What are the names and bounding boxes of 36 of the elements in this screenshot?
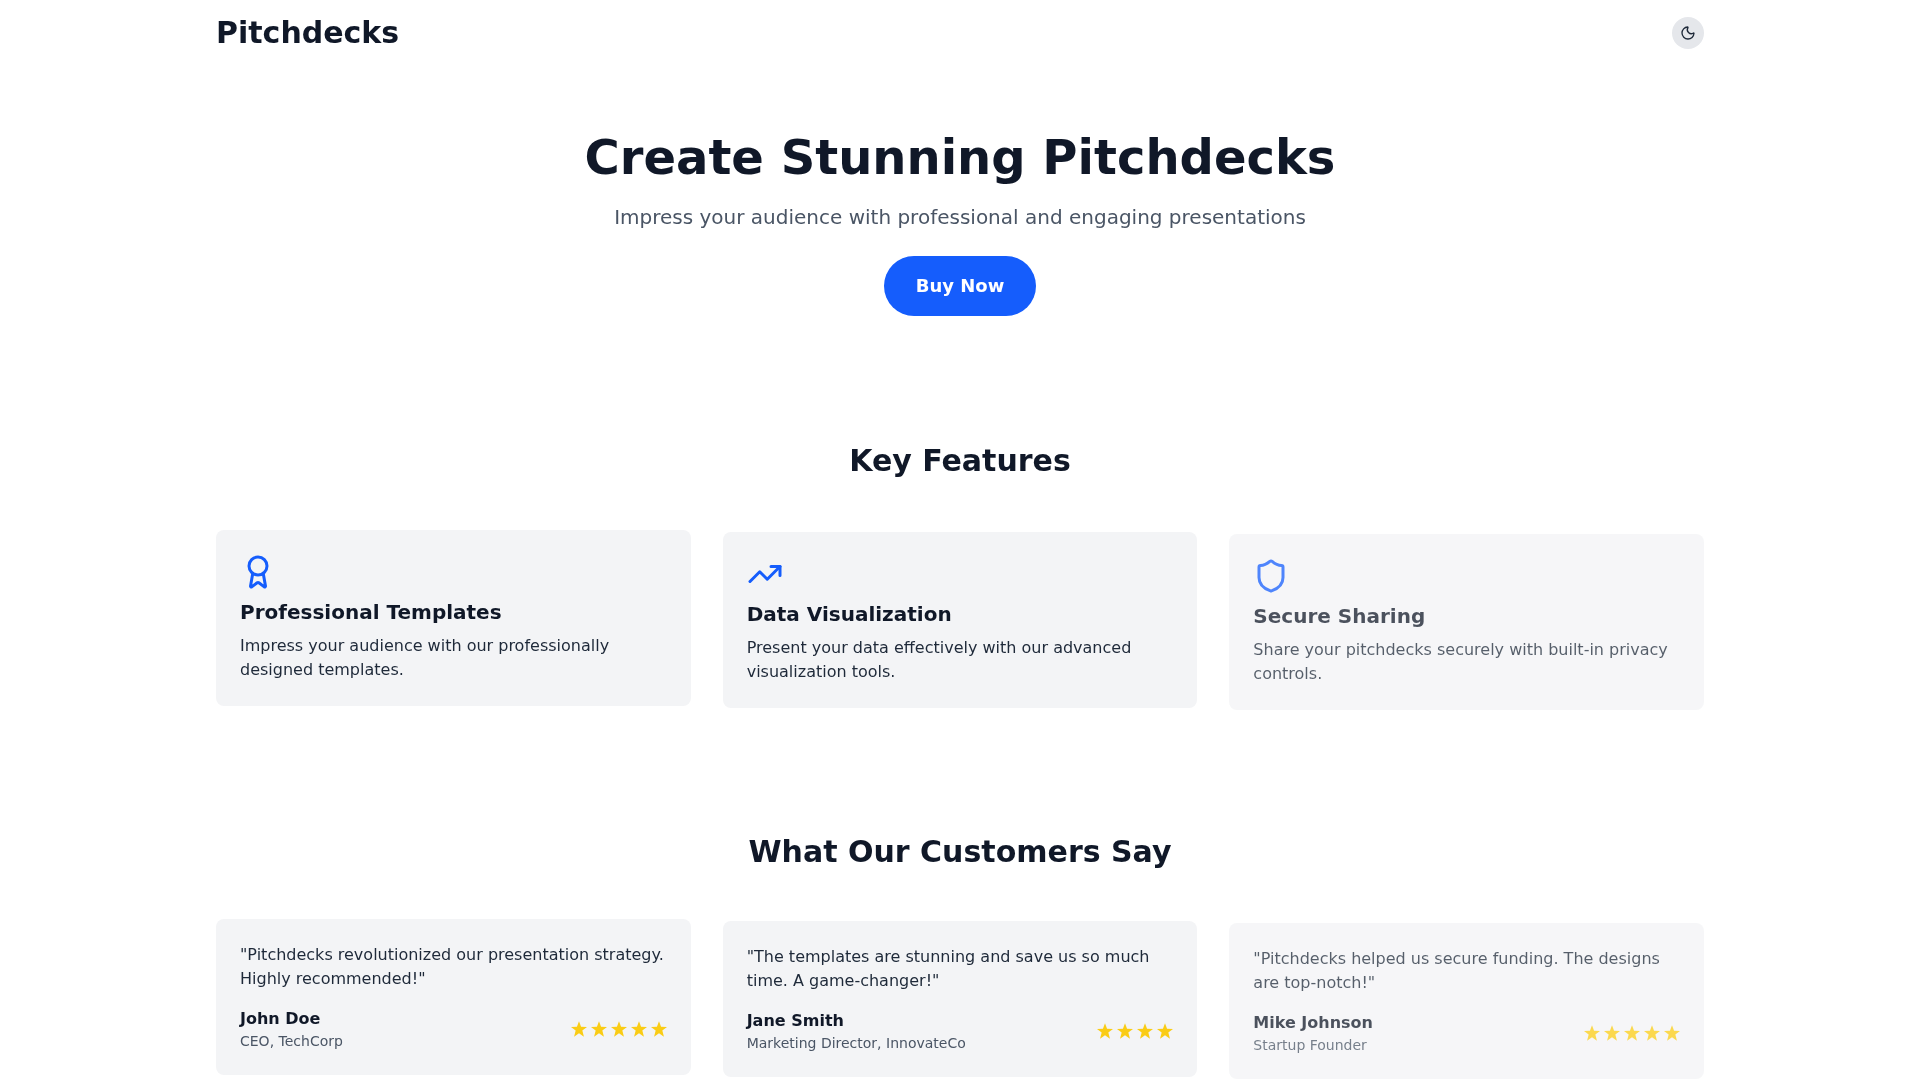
feature-description: Share your pitchdecks securely with built-in privacy controls. [1253, 639, 1669, 685]
section-heading: Key Features [848, 443, 1072, 479]
testimonial-quote: "Pitchdecks revolutionized our presentation strategy. Highly recommended!" [240, 944, 665, 990]
hero-subtitle: Impress your audience with professional and engaging presentations [614, 204, 1306, 231]
star-icon [1624, 1025, 1640, 1041]
customer-name: Mike Johnson [1253, 1012, 1373, 1034]
star-icon [570, 1021, 587, 1037]
feature-title: Data Visualization [746, 601, 953, 628]
testimonial-quote: "Pitchdecks helped us secure funding. The designs are top-notch!" [1253, 948, 1661, 994]
customer-name: John Doe [240, 1008, 322, 1030]
customer-role: Marketing Director, InnovateCo [746, 1034, 966, 1053]
feature-description: Present your data effectively with our advanced visualization tools. [746, 637, 1133, 683]
star-icon [1117, 1023, 1134, 1039]
star-icon [1644, 1025, 1660, 1041]
star-icon [630, 1021, 647, 1037]
star-icon [1157, 1023, 1174, 1039]
star-icon [1664, 1025, 1680, 1041]
moon-icon [1680, 25, 1696, 41]
customer-name: Jane Smith [746, 1010, 845, 1032]
star-icon [1137, 1023, 1154, 1039]
star-icon [1604, 1025, 1620, 1041]
feature-title: Professional Templates [240, 599, 503, 626]
testimonial-quote: "The templates are stunning and save us so much time. A game-changer!" [746, 946, 1151, 992]
star-icon [1097, 1023, 1114, 1039]
star-icon [650, 1021, 667, 1037]
logo-text[interactable]: Pitchdecks [216, 15, 400, 51]
buy-now-button[interactable]: Buy Now [883, 256, 1037, 316]
star-icon [610, 1021, 627, 1037]
feature-description: Impress your audience with our professionally designed templates. [240, 635, 611, 681]
section-heading: What Our Customers Say [747, 834, 1173, 870]
feature-title: Secure Sharing [1253, 603, 1427, 630]
customer-role: CEO, TechCorp [240, 1032, 343, 1051]
theme-toggle-button[interactable] [1672, 17, 1704, 49]
star-icon [590, 1021, 607, 1037]
customer-role: Startup Founder [1253, 1036, 1368, 1055]
star-icon [1584, 1025, 1600, 1041]
